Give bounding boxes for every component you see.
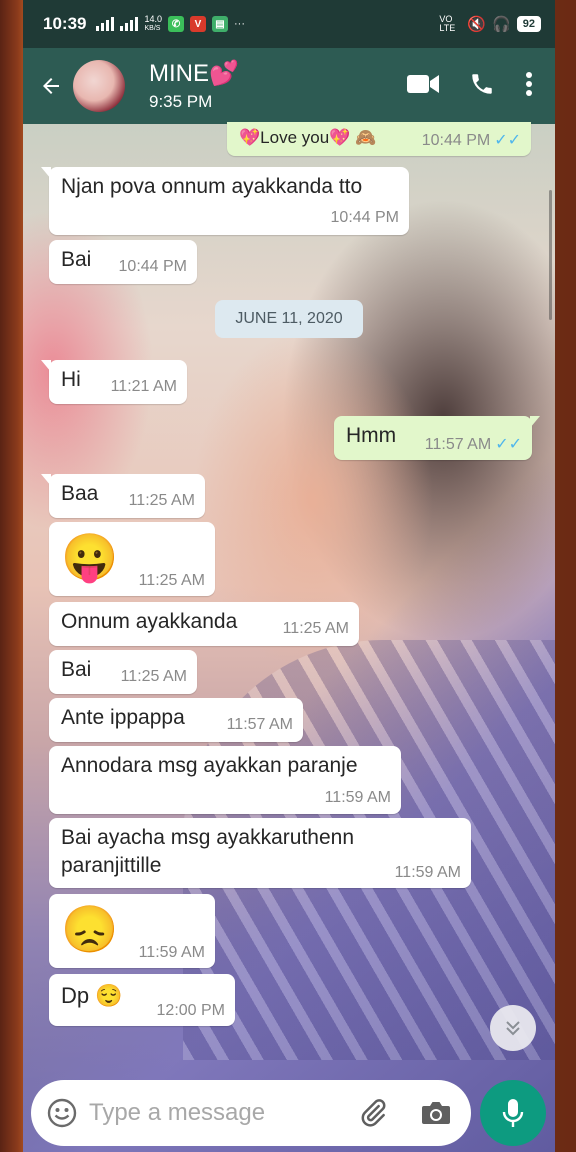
bubble-tail bbox=[41, 474, 51, 486]
read-ticks-icon: ✓✓ bbox=[494, 132, 521, 149]
message-incoming[interactable]: Njan pova onnum ayakkanda tto 10:44 PM bbox=[41, 167, 409, 235]
menu-kebab-icon[interactable] bbox=[525, 71, 533, 102]
message-incoming[interactable]: Baa 11:25 AM bbox=[41, 474, 205, 518]
message-time: 10:44 PM bbox=[118, 258, 187, 275]
message-time: 11:57 AM bbox=[226, 716, 293, 733]
message-incoming[interactable]: Bai ayacha msg ayakkaruthenn paranjittil… bbox=[49, 818, 471, 888]
double-chevron-down-icon bbox=[506, 1021, 520, 1036]
message-incoming[interactable]: Hi 11:21 AM bbox=[41, 360, 187, 404]
message-composer bbox=[31, 1080, 471, 1146]
message-incoming[interactable]: Bai 10:44 PM bbox=[49, 240, 197, 284]
contact-name: MINE💕 bbox=[149, 60, 239, 87]
message-time: 11:59 AM bbox=[394, 864, 461, 881]
signal-1-icon bbox=[96, 17, 115, 31]
message-outgoing[interactable]: Hmm 11:57 AM ✓✓ bbox=[334, 416, 540, 460]
more-notifications-icon: ··· bbox=[234, 18, 246, 30]
message-incoming[interactable]: Bai 11:25 AM bbox=[49, 650, 197, 694]
message-text-line: Bai ayacha msg ayakkaruthenn bbox=[61, 826, 355, 849]
message-time: 11:25 AM bbox=[138, 572, 205, 589]
message-time-value: 10:44 PM bbox=[421, 132, 491, 149]
last-seen: 9:35 PM bbox=[149, 92, 213, 111]
message-text: 💖Love you💖 🙈 bbox=[239, 128, 377, 147]
message-time: 11:25 AM bbox=[282, 620, 349, 637]
message-text: Bai bbox=[61, 248, 92, 271]
message-text: Baa bbox=[61, 482, 99, 505]
message-text: Hmm bbox=[346, 424, 397, 447]
net-speed-value: 14.0 bbox=[144, 14, 163, 24]
message-text: Dp 😌 bbox=[61, 983, 123, 1008]
message-incoming[interactable]: Onnum ayakkanda 11:25 AM bbox=[49, 602, 359, 646]
net-speed-unit: KB/S bbox=[144, 25, 161, 32]
back-arrow-icon[interactable] bbox=[29, 64, 73, 108]
message-time: 11:59 AM bbox=[138, 944, 205, 961]
attach-icon[interactable] bbox=[355, 1095, 391, 1131]
message-emoji: 😞 bbox=[61, 903, 119, 955]
message-time: 11:21 AM bbox=[110, 378, 177, 395]
emoji-icon[interactable] bbox=[45, 1096, 79, 1130]
message-time: 11:57 AM ✓✓ bbox=[425, 434, 522, 454]
voice-call-icon[interactable] bbox=[469, 71, 495, 102]
contact-info[interactable]: MINE💕 9:35 PM bbox=[149, 60, 239, 112]
date-divider: JUNE 11, 2020 bbox=[215, 300, 363, 338]
read-ticks-icon: ✓✓ bbox=[495, 436, 522, 453]
message-text: Ante ippappa bbox=[61, 706, 185, 729]
whatsapp-notification-icon: ✆ bbox=[168, 16, 185, 32]
mute-icon: 🔇 bbox=[467, 16, 487, 33]
phone-screen: 10:39 14.0 KB/S ✆ V ▤ ··· VO LTE 🔇 🎧 92 … bbox=[23, 0, 555, 1152]
message-outgoing[interactable]: 💖Love you💖 🙈 10:44 PM ✓✓ bbox=[227, 122, 531, 156]
chat-scrollbar[interactable] bbox=[549, 190, 552, 320]
message-text: Onnum ayakkanda bbox=[61, 610, 238, 633]
contact-avatar[interactable] bbox=[73, 60, 125, 112]
message-emoji: 😛 bbox=[61, 531, 119, 583]
message-incoming-emoji[interactable]: 😛 11:25 AM bbox=[49, 522, 215, 596]
message-text: Bai bbox=[61, 658, 92, 681]
bubble-tail bbox=[41, 167, 51, 179]
microphone-icon bbox=[502, 1099, 524, 1127]
bubble-tail bbox=[530, 416, 540, 428]
message-time-value: 11:57 AM bbox=[424, 436, 492, 453]
message-text-line: paranjittille bbox=[61, 854, 162, 877]
status-right-icons: VO LTE 🔇 🎧 92 bbox=[439, 15, 541, 33]
chat-header: MINE💕 9:35 PM bbox=[23, 48, 555, 124]
message-text: Njan pova onnum ayakkanda tto bbox=[61, 175, 363, 198]
message-input[interactable] bbox=[89, 1099, 339, 1127]
message-time: 12:00 PM bbox=[156, 1002, 225, 1019]
net-speed: 14.0 KB/S bbox=[144, 15, 162, 33]
header-actions bbox=[407, 71, 533, 102]
message-time: 11:25 AM bbox=[120, 668, 187, 685]
message-incoming[interactable]: Ante ippappa 11:57 AM bbox=[49, 698, 303, 742]
bubble-tail bbox=[41, 360, 51, 372]
status-bar: 10:39 14.0 KB/S ✆ V ▤ ··· VO LTE 🔇 🎧 92 bbox=[23, 0, 555, 48]
message-incoming[interactable]: Dp 😌 12:00 PM bbox=[49, 974, 235, 1026]
status-left-icons: 14.0 KB/S ✆ V ▤ ··· bbox=[96, 15, 245, 33]
volte-label: VO LTE bbox=[439, 14, 456, 33]
message-time: 11:25 AM bbox=[128, 492, 195, 509]
message-time: 10:44 PM ✓✓ bbox=[422, 130, 521, 150]
signal-2-icon bbox=[120, 17, 139, 31]
message-time: 11:59 AM bbox=[324, 789, 391, 806]
scroll-to-bottom-button[interactable] bbox=[490, 1005, 536, 1051]
message-text: Hi bbox=[61, 368, 81, 391]
voice-record-button[interactable] bbox=[480, 1080, 546, 1146]
video-call-icon[interactable] bbox=[407, 73, 439, 100]
status-time: 10:39 bbox=[43, 14, 87, 33]
message-time: 10:44 PM bbox=[330, 209, 399, 226]
headphones-icon: 🎧 bbox=[492, 16, 511, 33]
app-notification-icon: ▤ bbox=[212, 16, 229, 32]
message-text: Annodara msg ayakkan paranje bbox=[61, 754, 358, 777]
battery-icon: 92 bbox=[516, 16, 541, 32]
message-incoming-emoji[interactable]: 😞 11:59 AM bbox=[49, 894, 215, 968]
vivaldi-notification-icon: V bbox=[190, 16, 207, 32]
message-incoming[interactable]: Annodara msg ayakkan paranje 11:59 AM bbox=[49, 746, 401, 814]
camera-icon[interactable] bbox=[419, 1096, 453, 1130]
